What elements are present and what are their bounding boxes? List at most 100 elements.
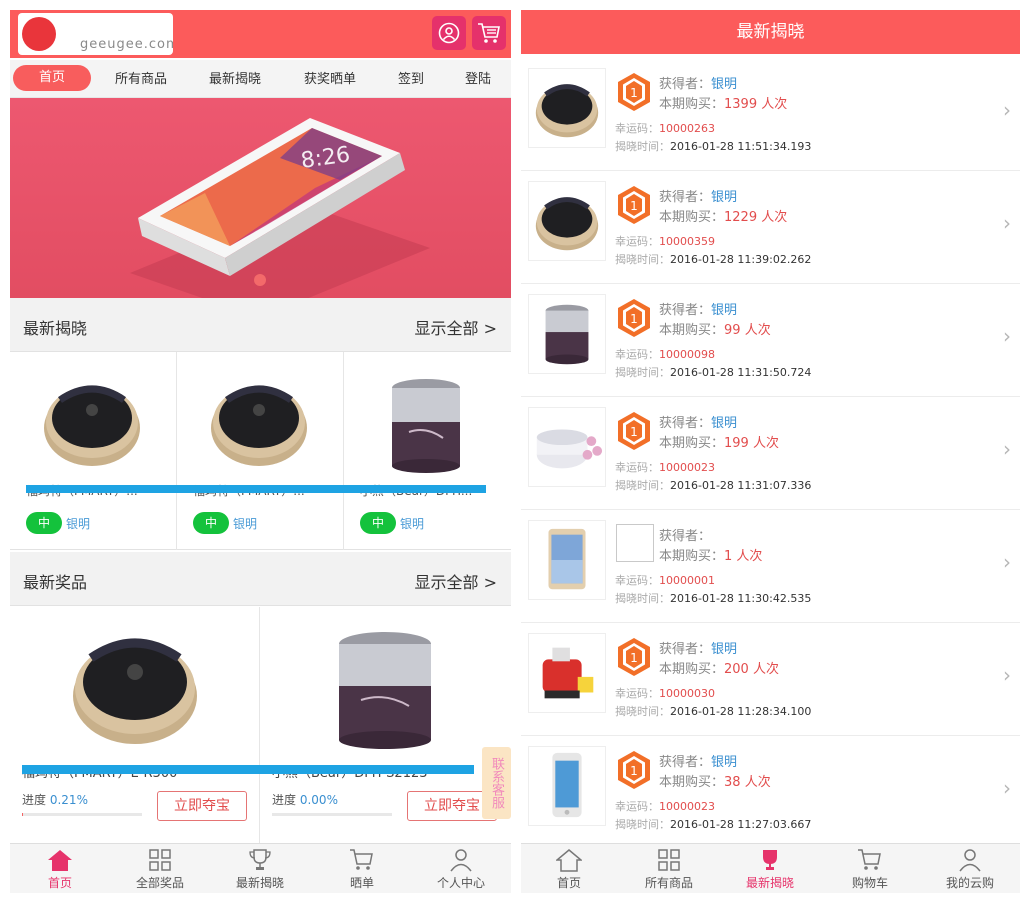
bought-label: 本期购买： [659,662,725,677]
nav-item-login[interactable]: 登陆 [465,68,491,87]
reveal-row[interactable]: 1 获得者：银明 本期购买：1399 人次 幸运码：10000263 揭晓时间：2016… [521,58,1020,171]
tab-home[interactable]: 首页 [549,848,589,891]
site-logo[interactable]: geeugee.com [18,13,173,55]
tab-my-account[interactable]: 我的云购 [942,848,998,891]
bought-label: 本期购买： [659,549,725,564]
customer-service-button[interactable]: 联系客服 [482,747,511,819]
reveal-row[interactable]: 1 获得者：银明 本期购买：38 人次 幸运码：10000023 揭晓时间：2016-0… [521,736,1020,849]
bought-count: 1399 [724,97,758,112]
progress-value: 0.00% [299,793,338,807]
winner-name: 银明 [711,303,738,318]
cart-icon [478,23,500,43]
screenshot-canvas: geeugee.com 首页 所有商品 最新揭晓 获奖晒单 签到 登陆 8:26… [0,0,1030,903]
nav-item-home[interactable]: 首页 [13,65,91,91]
logo-text: geeugee.com [80,37,173,52]
time-label: 揭晓时间： [615,479,670,492]
yogurt-maker-icon [528,407,606,487]
show-all-link[interactable]: 显示全部 > [415,315,498,339]
grid-icon [658,849,680,871]
home-screen: geeugee.com 首页 所有商品 最新揭晓 获奖晒单 签到 登陆 8:26… [10,10,511,893]
win-badge: 中 [360,512,396,534]
reveal-row[interactable]: 1 获得者：银明 本期购买：199 人次 幸运码：10000023 揭晓时间：2016-… [521,397,1020,510]
win-badge: 中 [26,512,62,534]
user-button[interactable] [432,16,466,50]
tab-latest-reveal[interactable]: 最新揭晓 [742,848,798,891]
trophy-icon [763,850,777,870]
bought-label: 本期购买： [659,775,725,790]
prize-card[interactable]: 福玛特（FMART）E-R300 进度 0.21% 立即夺宝 [10,607,260,843]
chevron-right-icon[interactable]: › [1003,776,1011,800]
tab-shares[interactable]: 晒单 [342,848,382,891]
reveal-row[interactable]: 1 获得者：银明 本期购买：99 人次 幸运码：10000098 揭晓时间：2016-0… [521,284,1020,397]
tab-latest-reveal[interactable]: 最新揭晓 [232,848,288,891]
chevron-right-icon[interactable]: › [1003,550,1011,574]
lunch-box-icon [392,379,460,473]
chevron-right-icon[interactable]: › [1003,437,1011,461]
lucky-code: 10000023 [659,461,715,474]
bought-line: 本期购买：1229 人次 [659,206,787,225]
bought-unit: 人次 [757,97,788,112]
winner-label: 获得者： [659,755,712,770]
svg-text:1: 1 [630,86,638,100]
show-all-link[interactable]: 显示全部 > [415,569,498,593]
cart-icon [350,849,373,870]
prize-card[interactable]: 小熊（Bear）DFH-S2123 进度 0.00% 立即夺宝 [260,607,510,843]
winner-name[interactable]: 银明 [233,515,257,532]
robot-vacuum-icon [44,385,140,466]
winner-name[interactable]: 银明 [66,515,90,532]
chevron-right-icon[interactable]: › [1003,98,1011,122]
bought-unit: 人次 [740,775,771,790]
lucky-label: 幸运码： [615,235,659,248]
nav-item-checkin[interactable]: 签到 [398,68,424,87]
robot-vacuum-icon [528,68,606,148]
reveal-row[interactable]: 获得者： 本期购买：1 人次 幸运码：10000001 揭晓时间：2016-01-28… [521,510,1020,623]
reveal-card[interactable]: 小熊（Bear）DFH... 中 银明 [344,352,511,550]
tab-profile[interactable]: 个人中心 [433,848,489,891]
svg-text:1: 1 [630,651,638,665]
section-title: 最新奖品 [23,573,88,592]
winner-line: 获得者：银明 [659,299,737,318]
nav-item-all-products[interactable]: 所有商品 [115,68,167,87]
winner-label: 获得者： [659,303,712,318]
progress-value: 0.21% [49,793,88,807]
top-nav: 首页 所有商品 最新揭晓 获奖晒单 签到 登陆 [10,60,511,98]
reveal-row[interactable]: 1 获得者：银明 本期购买：1229 人次 幸运码：10000359 揭晓时间：2016… [521,171,1020,284]
bottom-tabbar: 首页 所有商品 最新揭晓 购物车 我的云购 [521,843,1020,893]
reveal-card[interactable]: 福玛特（FMART）... 中 银明 [177,352,344,550]
tab-all-prizes[interactable]: 全部奖品 [132,848,188,891]
nav-item-latest-reveal[interactable]: 最新揭晓 [209,68,261,87]
reveal-row[interactable]: 1 获得者：银明 本期购买：200 人次 幸运码：10000030 揭晓时间：2016-… [521,623,1020,736]
buy-now-button[interactable]: 立即夺宝 [157,791,247,821]
tab-all-products[interactable]: 所有商品 [641,848,697,891]
cart-button[interactable] [472,16,506,50]
winner-name[interactable]: 银明 [400,515,424,532]
tab-home[interactable]: 首页 [40,848,80,891]
promo-banner[interactable]: 8:26 [10,98,511,298]
chevron-right-icon[interactable]: › [1003,324,1011,348]
nav-item-winner-shares[interactable]: 获奖晒单 [304,68,356,87]
winner-line: 获得者：银明 [659,186,737,205]
time-line: 揭晓时间：2016-01-28 11:31:50.724 [615,364,811,380]
winner-name: 银明 [711,190,738,205]
lucky-label: 幸运码： [615,800,659,813]
smartphone-banner-image: 8:26 [130,118,430,298]
chevron-right-icon[interactable]: › [1003,663,1011,687]
chevron-right-icon[interactable]: › [1003,211,1011,235]
reveal-time: 2016-01-28 11:31:50.724 [670,366,812,379]
lucky-line: 幸运码：10000001 [615,572,715,588]
tablet-icon [528,520,606,600]
tab-cart[interactable]: 购物车 [848,848,892,891]
reveal-card[interactable]: 福玛特（FMART）... 中 银明 [10,352,177,550]
home-icon [556,849,582,872]
latest-prizes-header: 最新奖品 显示全部 > [10,552,511,606]
logo-mark-icon [22,17,56,51]
reveal-time: 2016-01-28 11:51:34.193 [670,140,812,153]
bought-unit: 人次 [757,210,788,225]
robot-vacuum-icon [528,181,606,261]
reveal-time: 2016-01-28 11:39:02.262 [670,253,812,266]
reveal-time: 2016-01-28 11:27:03.667 [670,818,812,831]
time-label: 揭晓时间： [615,253,670,266]
progress-bar [22,813,142,816]
rank-badge-icon: 1 [618,638,650,676]
bought-unit: 人次 [740,323,771,338]
